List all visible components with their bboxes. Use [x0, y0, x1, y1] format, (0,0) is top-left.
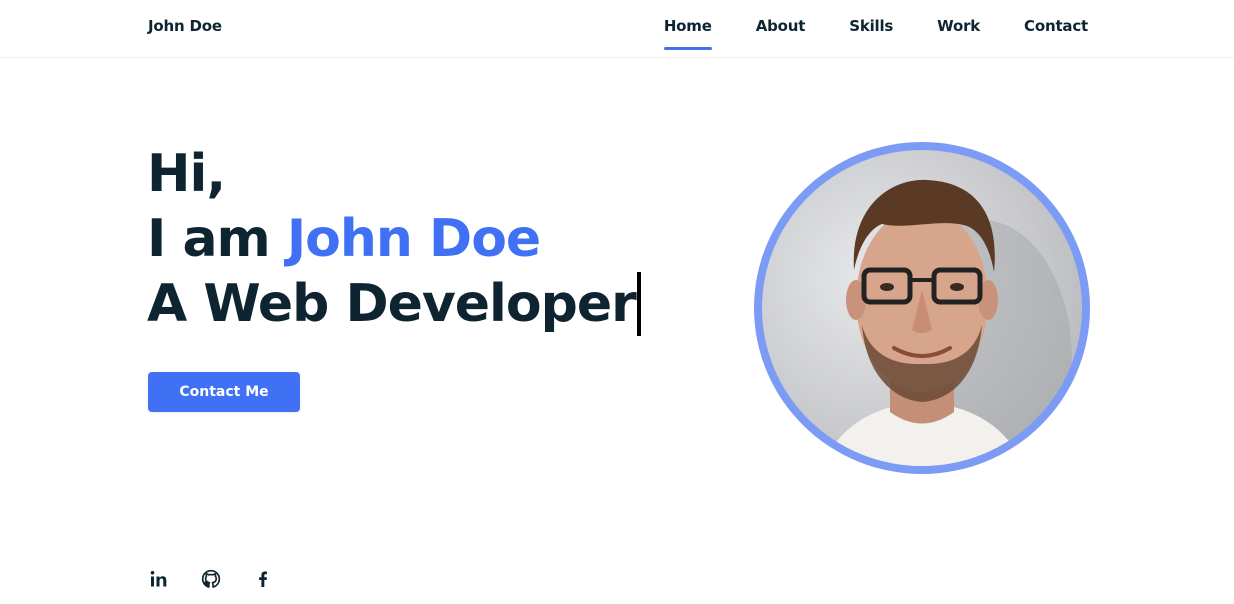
hero-role: A Web Developer — [147, 274, 637, 334]
nav-home[interactable]: Home — [663, 17, 712, 51]
nav-contact[interactable]: Contact — [1024, 17, 1088, 51]
nav-about[interactable]: About — [756, 17, 806, 51]
site-header: John Doe Home About Skills Work Contact — [0, 0, 1234, 58]
linkedin-icon[interactable] — [148, 568, 170, 590]
hero-name: John Doe — [286, 209, 541, 269]
profile-photo — [762, 150, 1082, 466]
hero-intro-line: I am John Doe — [147, 207, 641, 272]
github-icon[interactable] — [200, 568, 222, 590]
facebook-icon[interactable] — [252, 568, 274, 590]
hero-greeting: Hi, — [147, 144, 226, 204]
nav-skills[interactable]: Skills — [849, 17, 893, 51]
hero-intro-prefix: I am — [147, 209, 287, 269]
typing-cursor — [636, 272, 641, 336]
nav-work[interactable]: Work — [937, 17, 980, 51]
hero-role-line: A Web Developer — [147, 272, 641, 337]
profile-photo-frame — [754, 142, 1090, 474]
hero-heading: Hi, I am John Doe A Web Developer — [147, 142, 641, 337]
social-links — [148, 568, 274, 590]
site-logo[interactable]: John Doe — [148, 17, 222, 35]
contact-me-button[interactable]: Contact Me — [148, 372, 300, 412]
main-nav: Home About Skills Work Contact — [663, 17, 1088, 51]
profile-photo-illustration — [822, 179, 1072, 466]
